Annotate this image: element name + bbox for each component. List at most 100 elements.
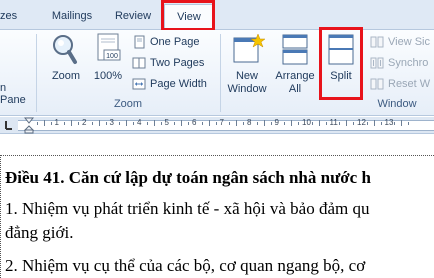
page-width-label: Page Width [150, 78, 207, 90]
ruler-tick [284, 122, 286, 125]
view-tab-highlight [161, 0, 215, 31]
magnifier-icon [53, 35, 77, 64]
ruler-number: 6 [192, 118, 197, 127]
two-pages-button[interactable]: Two Pages [132, 54, 204, 72]
ruler-tick [339, 122, 341, 125]
ruler-tick [291, 120, 293, 126]
ruler-tick [394, 122, 396, 125]
view-side-by-side-label: View Sic [388, 36, 430, 48]
reset-window-icon [370, 78, 384, 90]
ruler-number: 13 [384, 118, 394, 127]
paragraph-1-line-1: 1. Nhiệm vụ phát triển kinh tế - xã hội … [5, 199, 370, 218]
ruler-tick [346, 120, 348, 126]
new-window-label-2: Window [227, 83, 267, 95]
window-group-label: Window [377, 98, 417, 110]
split-button-highlight [319, 27, 363, 100]
view-side-by-side-button[interactable]: View Sic [370, 33, 430, 51]
tab-mailings[interactable]: Mailings [42, 4, 102, 30]
arrange-all-button[interactable]: Arrange All [272, 32, 318, 96]
ruler-number: 10 [302, 118, 311, 127]
ruler-tick [263, 120, 265, 126]
ruler-number: 5 [164, 118, 169, 127]
ruler-tick [160, 122, 162, 125]
tab-review[interactable]: Review [108, 4, 158, 30]
ribbon-tab-bar: zes Mailings Review View [0, 0, 434, 31]
tab-references[interactable]: zes [0, 4, 34, 30]
ruler-tick [98, 120, 100, 126]
ruler-tick [373, 120, 375, 126]
horizontal-ruler[interactable]: 1 2 3 4 5 6 7 8 9 10 11 12 13 [0, 117, 434, 134]
one-page-label: One Page [150, 36, 200, 48]
ruler-tick [146, 122, 148, 125]
ruler-number: 11 [329, 118, 338, 127]
ruler-tick [181, 120, 183, 126]
ruler-tick [298, 122, 300, 125]
ruler-number: 1 [54, 118, 59, 127]
zoom-button[interactable]: Zoom [46, 32, 86, 84]
paragraph-1-line-2: đẳng giới. [5, 223, 74, 242]
reset-window-position-label: Reset W [388, 78, 431, 90]
ruler-tick [353, 122, 355, 125]
ruler-tick [153, 120, 155, 126]
ruler-tick [36, 122, 38, 125]
arrange-all-label-2: All [288, 83, 302, 95]
new-window-button[interactable]: New Window [226, 32, 268, 96]
side-by-side-icon [370, 36, 384, 48]
ruler-tick [243, 122, 245, 125]
ruler-tick [408, 122, 410, 125]
ruler-tick [215, 122, 217, 125]
tab-selector-icon[interactable] [2, 119, 14, 132]
ruler-tick [236, 120, 238, 126]
sync-scroll-icon [370, 57, 384, 69]
ruler-tick [126, 120, 128, 126]
reset-window-position-button[interactable]: Reset W [370, 75, 430, 93]
ruler-tick [270, 122, 272, 125]
page-100-icon: 100 [97, 33, 121, 61]
page-width-button[interactable]: Page Width [132, 75, 207, 93]
two-pages-label: Two Pages [150, 57, 205, 69]
ruler-number: 8 [247, 118, 252, 127]
one-page-button[interactable]: One Page [132, 33, 200, 51]
synchronous-scrolling-label: Synchro [388, 57, 429, 69]
zoom-100-icon-text: 100 [106, 53, 118, 60]
ruler-tick [91, 122, 93, 125]
new-window-label-1: New [235, 70, 258, 82]
ruler-tick [380, 122, 382, 125]
ribbon: n Pane Zoom 100 100% One Page Two Pages … [0, 30, 434, 116]
one-page-icon [134, 35, 145, 49]
ruler-tick [229, 122, 231, 125]
ruler-tick [50, 122, 52, 125]
ruler-tick [64, 122, 66, 125]
ruler-tick [78, 122, 80, 125]
ruler-number: 12 [357, 118, 366, 127]
ruler-number: 3 [109, 118, 114, 127]
ruler-tick [119, 122, 121, 125]
ruler-tick [43, 120, 45, 126]
paragraph-2-line-1: 2. Nhiệm vụ cụ thể của các bộ, cơ quan n… [5, 256, 366, 275]
ruler-tick [174, 122, 176, 125]
zoom-100-button[interactable]: 100 100% [90, 32, 126, 84]
ruler-number: 4 [137, 118, 142, 127]
ruler-tick [201, 122, 203, 125]
page-width-icon [132, 78, 146, 90]
ruler-tick [325, 122, 327, 125]
document-area[interactable]: Điều 41. Căn cứ lập dự toán ngân sách nh… [0, 135, 434, 278]
ruler-tick [133, 122, 135, 125]
zoom-100-label: 100% [93, 70, 123, 82]
arrange-all-icon [282, 34, 308, 65]
ruler-tick [366, 122, 368, 125]
navigation-pane-label[interactable]: n Pane [0, 82, 34, 106]
synchronous-scrolling-button[interactable]: Synchro [370, 54, 428, 72]
ruler-tick [256, 122, 258, 125]
ruler-tick [105, 122, 107, 125]
ruler-number: 7 [219, 118, 224, 127]
zoom-group-label: Zoom [113, 98, 143, 110]
ruler-tick [318, 120, 320, 126]
ruler-track [18, 120, 434, 131]
ruler-number: 9 [274, 118, 279, 127]
ruler-tick [401, 120, 403, 126]
indent-marker-icon[interactable] [24, 117, 34, 134]
ruler-tick [208, 120, 210, 126]
article-heading: Điều 41. Căn cứ lập dự toán ngân sách nh… [5, 168, 371, 187]
new-window-icon [233, 33, 266, 63]
